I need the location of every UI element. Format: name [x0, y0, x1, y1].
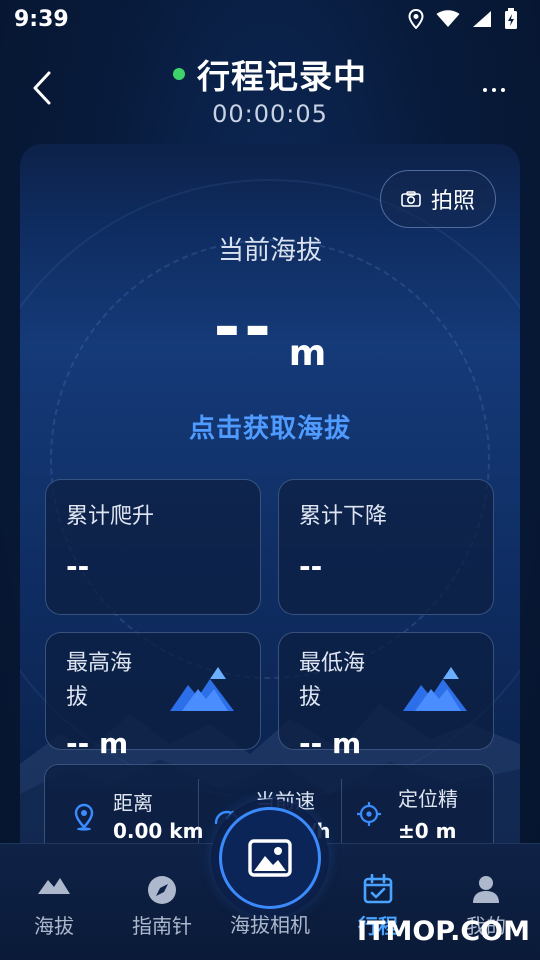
- current-altitude-display: -- m: [20, 291, 520, 372]
- highest-altitude-label: 最高海 拔: [66, 647, 132, 715]
- cumulative-descent-label: 累计下降: [299, 504, 388, 529]
- target-icon: [357, 802, 381, 826]
- lowest-altitude-label-line2: 拔: [299, 685, 322, 710]
- nav-label-altitude-camera: 海拔相机: [230, 913, 310, 937]
- status-time: 9:39: [14, 6, 69, 32]
- nav-label-compass: 指南针: [132, 914, 192, 938]
- status-bar: 9:39: [0, 0, 540, 38]
- compass-icon: [148, 876, 176, 904]
- take-photo-button[interactable]: 拍照: [380, 170, 496, 228]
- battery-icon: [505, 8, 517, 29]
- lowest-altitude-card: 最低海 拔 -- m: [278, 632, 494, 760]
- accuracy-label: 定位精: [398, 787, 458, 811]
- page-title: 行程记录中: [197, 57, 367, 96]
- take-photo-label: 拍照: [430, 189, 475, 214]
- trip-timer: 00:00:05: [212, 100, 328, 128]
- cumulative-descent-value: --: [299, 550, 323, 583]
- highest-altitude-label-line2: 拔: [66, 685, 89, 710]
- cumulative-descent-card: 累计下降 --: [278, 479, 494, 615]
- distance-label: 距离: [113, 791, 153, 815]
- accuracy-value: ±0 m: [398, 819, 457, 843]
- nav-item-compass[interactable]: 指南针: [112, 844, 212, 960]
- altitude-panel: 拍照 当前海拔 -- m 点击获取海拔 累计爬升 -- 累计下降 -- 最高海 …: [20, 144, 520, 864]
- highest-altitude-card: 最高海 拔 -- m: [45, 632, 261, 760]
- lowest-altitude-value: -- m: [299, 727, 362, 760]
- current-altitude-unit: m: [288, 333, 327, 374]
- location-icon: [408, 9, 424, 29]
- mountain-peak-icon: [403, 667, 467, 711]
- watermark: ITMOP.COM: [356, 916, 530, 947]
- mountain-peak-icon: [170, 667, 234, 711]
- distance-value: 0.00 km: [113, 819, 204, 843]
- calendar-check-icon: [363, 874, 393, 904]
- mountain-icon: [38, 878, 70, 894]
- cumulative-climb-value: --: [66, 550, 90, 583]
- recording-indicator: [173, 68, 185, 80]
- header: 行程记录中 00:00:05: [0, 44, 540, 134]
- current-altitude-value: --: [213, 291, 275, 365]
- nav-label-altitude: 海拔: [34, 914, 74, 938]
- lowest-altitude-label-line1: 最低海: [299, 651, 366, 676]
- signal-icon: [473, 11, 491, 27]
- camera-icon: [401, 191, 421, 207]
- current-altitude-label: 当前海拔: [217, 236, 322, 266]
- more-dot-icon: [483, 88, 487, 92]
- person-icon: [473, 876, 499, 903]
- app-root: 9:39 行程记录中 00:00:05 拍照 当前海拔 -- m 点击获取海拔 …: [0, 0, 540, 960]
- status-icons: [408, 8, 518, 30]
- highest-altitude-value: -- m: [66, 727, 129, 760]
- wifi-icon: [436, 10, 460, 27]
- more-dot-icon: [492, 88, 496, 92]
- more-dot-icon: [501, 88, 505, 92]
- cumulative-climb-label: 累计爬升: [66, 504, 155, 529]
- image-icon: [248, 839, 292, 877]
- highest-altitude-label-line1: 最高海: [66, 651, 133, 676]
- altitude-camera-button[interactable]: [219, 807, 321, 909]
- lowest-altitude-label: 最低海 拔: [299, 647, 365, 715]
- get-altitude-button[interactable]: 点击获取海拔: [20, 408, 520, 445]
- nav-item-altitude[interactable]: 海拔: [4, 844, 104, 960]
- location-pin-icon: [74, 803, 94, 831]
- cumulative-climb-card: 累计爬升 --: [45, 479, 261, 615]
- more-options-button[interactable]: [474, 80, 514, 100]
- title-row: 行程记录中: [0, 50, 540, 98]
